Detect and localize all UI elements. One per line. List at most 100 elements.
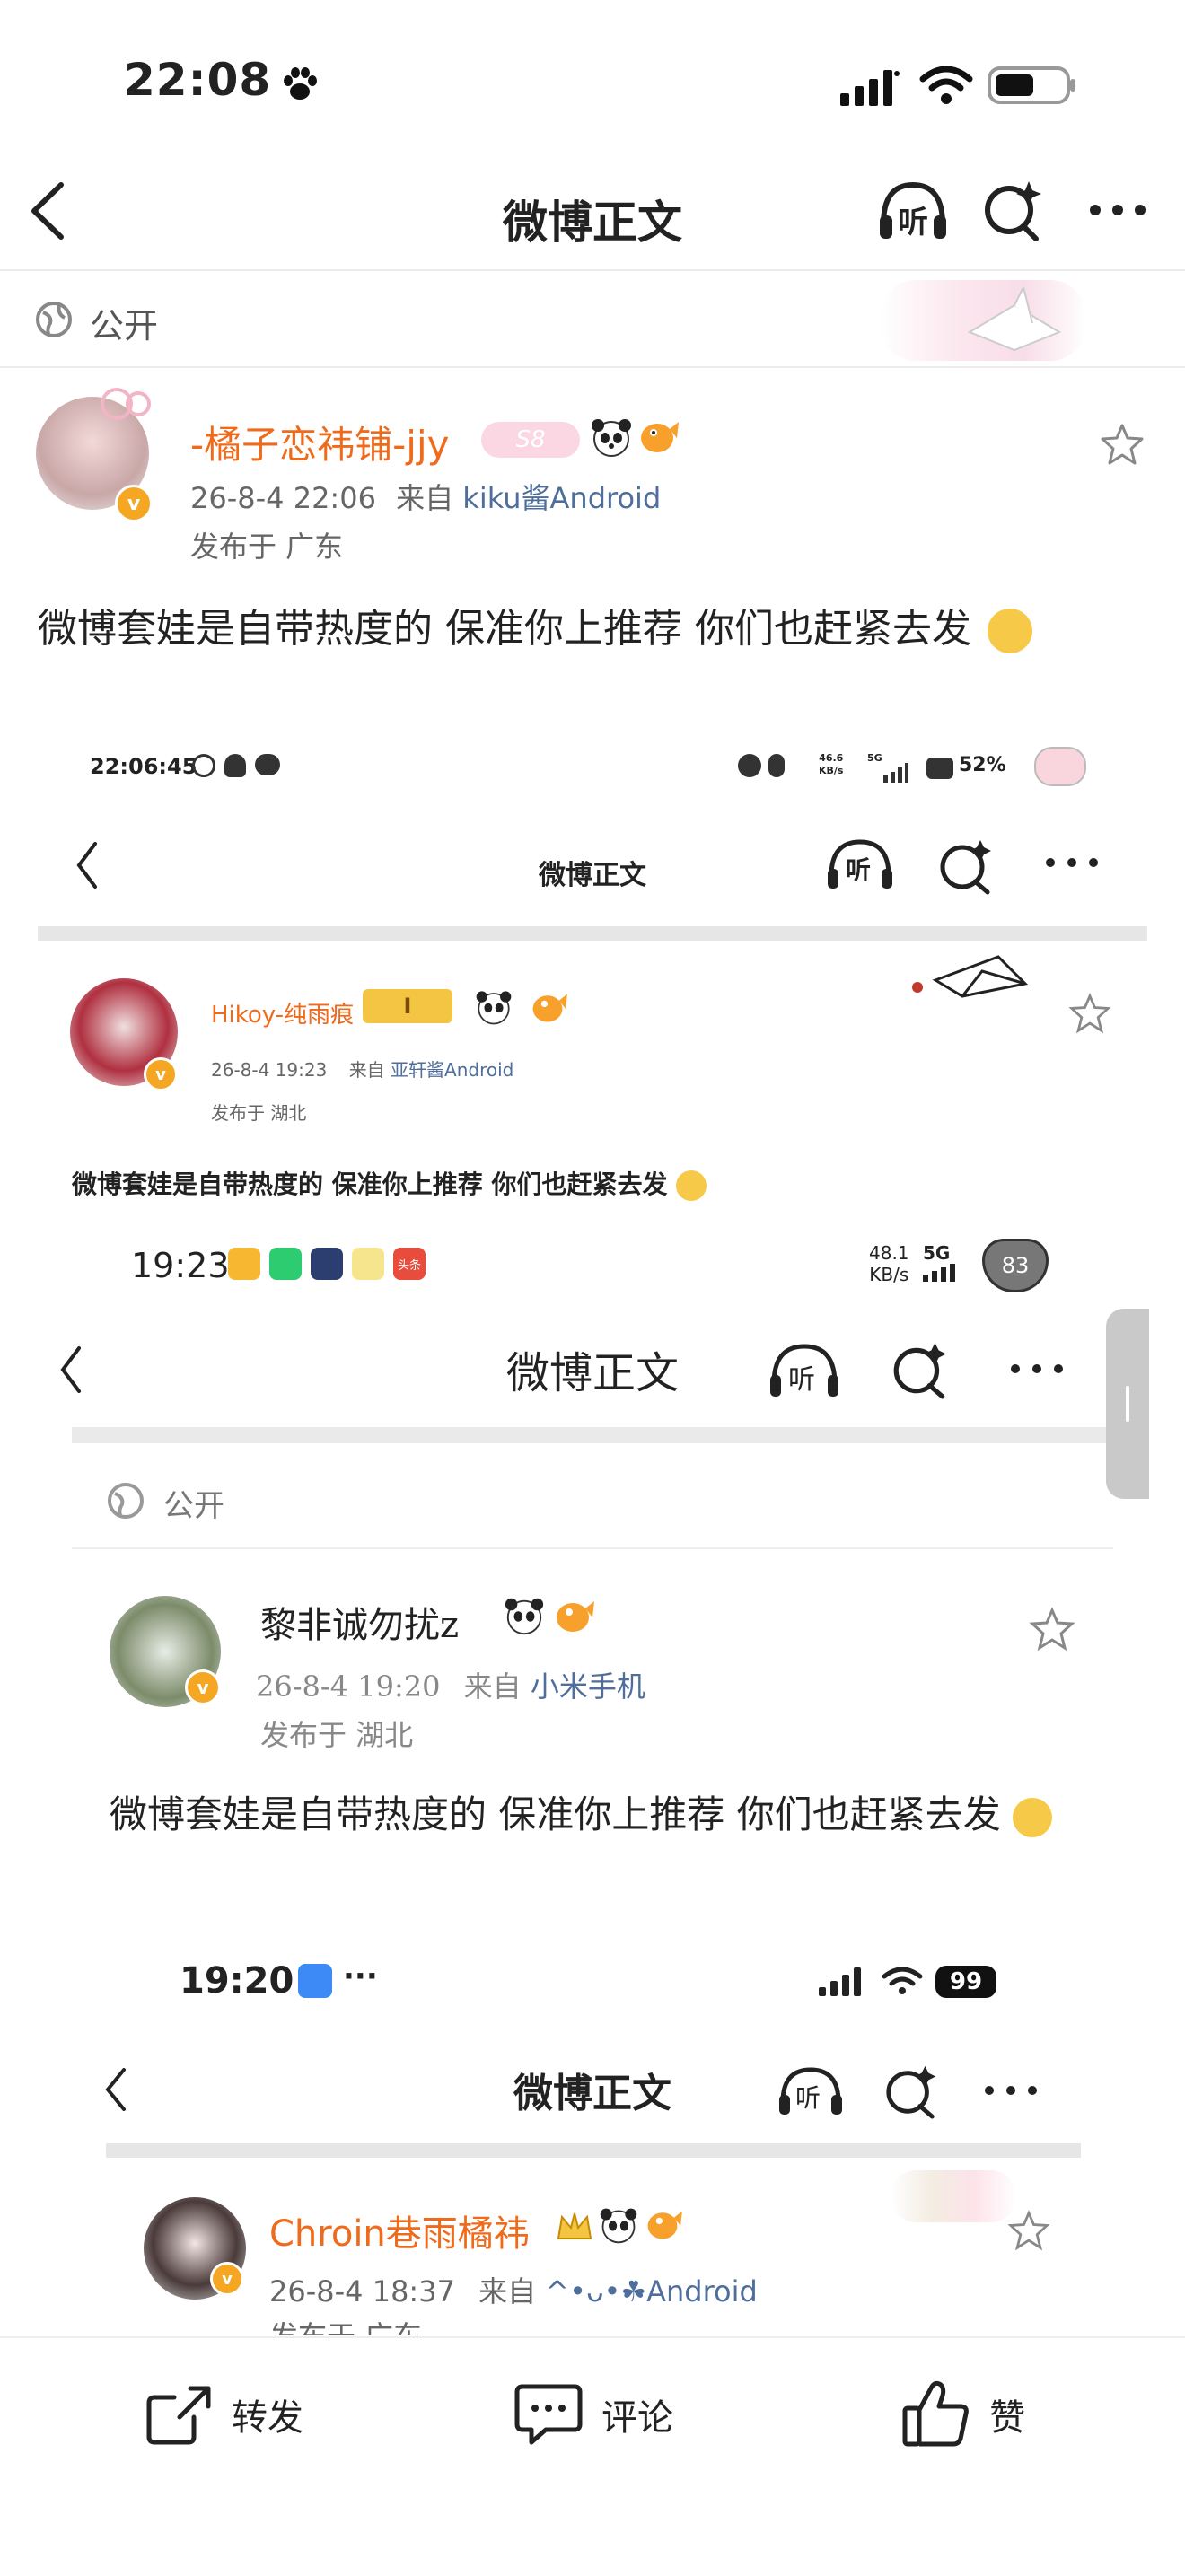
- comment-icon: [514, 2384, 583, 2445]
- weibo-icon: [192, 754, 215, 777]
- shot3-status-more: ···: [343, 1958, 378, 1994]
- shot3-meta: 26-8-4 18:37 来自 ^•ᴗ•☘Android: [269, 2274, 758, 2309]
- shot3-fish-icon: [647, 2211, 682, 2239]
- post-meta: 26-8-4 22:06 来自 kiku酱Android: [190, 476, 661, 517]
- shot2-panda-icon: [505, 1598, 544, 1635]
- globe-icon: [36, 302, 72, 337]
- shot3-listen-icon: 听: [776, 2064, 846, 2118]
- shot1-author: Hikoy-纯雨痕: [211, 1002, 355, 1029]
- shot3-more-icon: [985, 2086, 1037, 2095]
- shot1-battery-percent: 52%: [959, 754, 1006, 776]
- favorite-star-icon[interactable]: [1099, 422, 1146, 467]
- shot2-author: 黎非诚勿扰z: [260, 1605, 460, 1646]
- shot1-badge: I: [363, 989, 452, 1023]
- shot2-net-type: 5G: [923, 1242, 951, 1264]
- fish-icon: [641, 422, 679, 452]
- shot2-header-band: [72, 1427, 1113, 1443]
- listen-label: 听: [898, 205, 928, 241]
- verified-badge-icon: v: [115, 485, 153, 522]
- like-button[interactable]: 赞: [901, 2379, 1025, 2450]
- shot3-search-icon: [886, 2065, 936, 2119]
- comment-button[interactable]: 评论: [514, 2379, 673, 2450]
- visibility-divider: [0, 366, 1185, 368]
- source-prefix: 来自: [396, 481, 454, 515]
- avatar-frame-decoration: [36, 386, 153, 422]
- shot2-listen-icon: 听: [767, 1341, 842, 1400]
- video-app-icon: [311, 1248, 343, 1280]
- signal-icon: [840, 70, 900, 106]
- shot3-title: 微博正文: [514, 2071, 672, 2116]
- shot2-location: 发布于 湖北: [260, 1718, 414, 1752]
- shot1-decoration-icon: [912, 955, 1029, 998]
- shot3-verified-icon: v: [210, 2262, 244, 2296]
- post-location: 发布于 广东: [190, 530, 344, 564]
- comment-label: 评论: [601, 2397, 673, 2439]
- shot1-content: 微博套娃是自带热度的 保准你上推荐 你们也赶紧去发: [72, 1165, 707, 1201]
- shot1-status-time: 22:06:45: [90, 754, 198, 779]
- shot3-signal-icon: [819, 1967, 861, 1996]
- paper-crane-icon: [967, 287, 1062, 352]
- shot3-status-time: 19:20: [180, 1960, 294, 2002]
- header-divider: [0, 269, 1185, 271]
- author-name[interactable]: -橘子恋祎铺-jjy: [190, 415, 450, 469]
- repost-label: 转发: [232, 2397, 303, 2439]
- shot1-more-icon: [1046, 858, 1098, 867]
- shot3-author: Chroin巷雨橘祎: [269, 2213, 530, 2255]
- side-scroll-handle[interactable]: [1106, 1309, 1149, 1499]
- shot1-search-icon: [940, 840, 991, 895]
- shot3-header-band: [106, 2143, 1081, 2158]
- shot1-meta: 26-8-4 19:23 来自 亚轩酱Android: [211, 1059, 514, 1081]
- post-text: 微博套娃是自带热度的 保准你上推荐 你们也赶紧去发: [38, 606, 971, 652]
- shot2-star-icon: [1029, 1607, 1075, 1652]
- listen-button[interactable]: 听: [876, 180, 950, 242]
- repost-button[interactable]: 转发: [144, 2379, 303, 2450]
- post-time: 26-8-4 22:06: [190, 481, 376, 515]
- wifi-icon: [919, 66, 973, 104]
- shot1-net-type: 5G: [867, 752, 882, 764]
- shot2-meta: 26-8-4 19:20 来自 小米手机: [256, 1669, 645, 1704]
- shot2-battery-heart-icon: 83: [982, 1239, 1049, 1292]
- shot1-pig-icon: [1034, 747, 1086, 786]
- shot3-location: 发布于 广东: [269, 2314, 422, 2335]
- status-time: 22:08: [124, 54, 272, 106]
- post-content: 微博套娃是自带热度的 保准你上推荐 你们也赶紧去发: [38, 596, 1032, 653]
- shot2-content: 微博套娃是自带热度的 保准你上推荐 你们也赶紧去发: [110, 1781, 1079, 1849]
- shot3-wifi-icon: [882, 1967, 923, 1994]
- post-source[interactable]: kiku酱Android: [462, 481, 661, 515]
- mic-icon: [768, 754, 785, 777]
- level-badge: S8: [481, 422, 580, 458]
- weibo-app-icon: [228, 1248, 260, 1280]
- super-topic-search-icon[interactable]: [982, 178, 1045, 242]
- shot3-crown-icon: [557, 2212, 592, 2239]
- shot1-status-app-icons: [192, 754, 300, 781]
- shush-emoji-icon: [987, 609, 1032, 653]
- shot1-verified-icon: v: [144, 1057, 178, 1091]
- shot1-signal-icon: [883, 763, 908, 783]
- shot1-star-icon: [1068, 993, 1111, 1034]
- shot3-battery-icon: 99: [935, 1966, 996, 1998]
- shot2-globe-icon: [108, 1483, 144, 1519]
- shot1-panda-icon: [476, 991, 512, 1025]
- shot2-status-time: 19:23: [131, 1246, 230, 1285]
- more-icon[interactable]: [1086, 201, 1149, 219]
- shot3-star-icon: [1007, 2210, 1050, 2251]
- shot2-search-icon: [893, 1343, 946, 1399]
- shot2-app-icons: 头条: [228, 1248, 426, 1280]
- shot2-title: 微博正文: [505, 1348, 679, 1398]
- shot2-net-speed: 48.1 KB/s: [869, 1242, 909, 1285]
- shot1-emoji-icon: [676, 1170, 707, 1201]
- panda-icon: [592, 419, 631, 457]
- qq-icon: [224, 754, 246, 777]
- wechat-icon: [255, 754, 280, 775]
- like-thumb-icon: [902, 2380, 969, 2447]
- shot2-visibility: 公开: [163, 1488, 224, 1524]
- shot1-fish-icon: [532, 994, 567, 1022]
- post-image[interactable]: 22:06:45 46.6 KB/s 5G 52% 微博正文 听 v Hikoy…: [38, 718, 1147, 2335]
- shot3-appstore-icon: [298, 1964, 332, 1998]
- shot1-listen-icon: 听: [824, 837, 896, 892]
- shot2-divider: [72, 1547, 1113, 1549]
- shot1-net-speed: 46.6 KB/s: [819, 752, 844, 776]
- paw-icon: [284, 67, 317, 100]
- shot2-verified-icon: v: [185, 1669, 221, 1705]
- repost-icon: [146, 2386, 211, 2445]
